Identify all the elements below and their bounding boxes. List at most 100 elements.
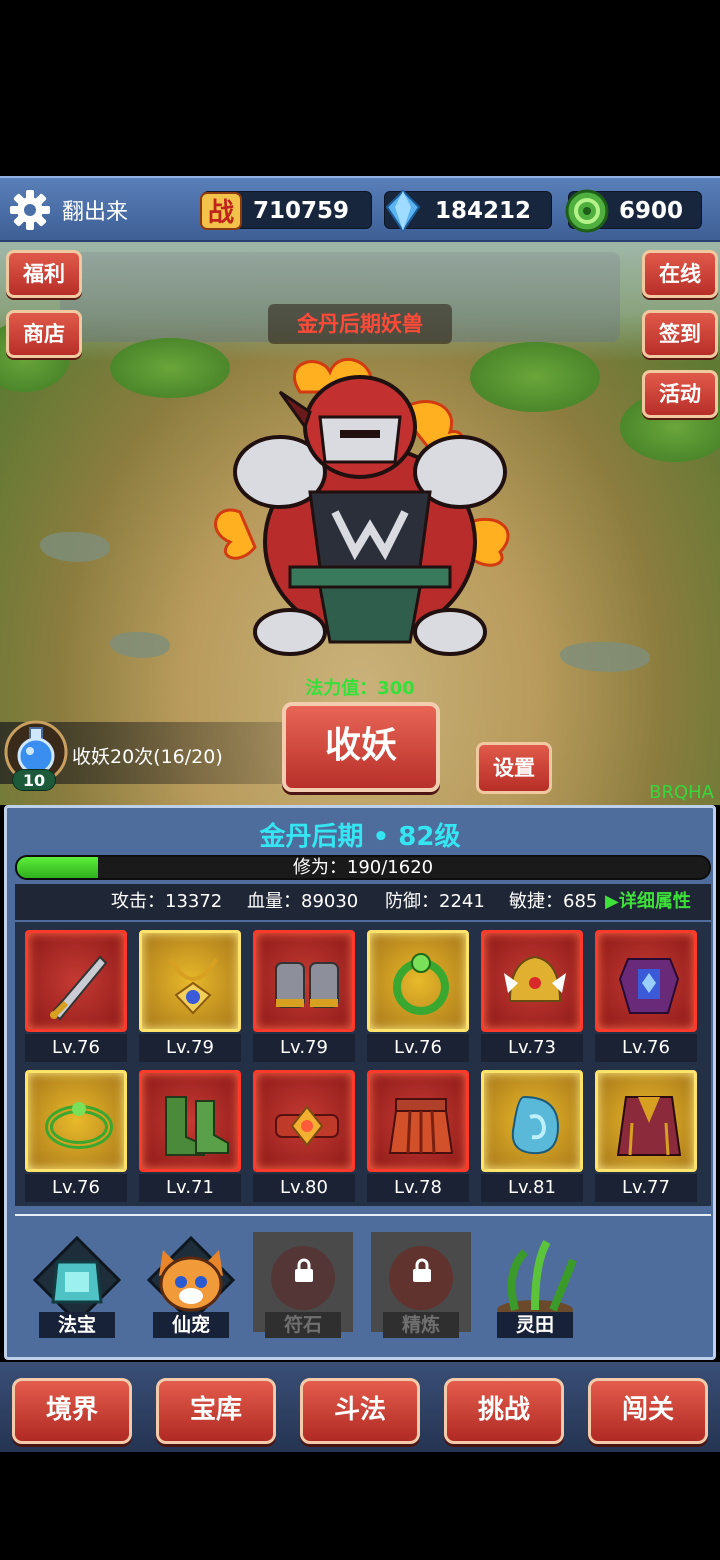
equipment-frame bbox=[253, 1070, 355, 1172]
equipment-frame bbox=[25, 1070, 127, 1172]
equipment-slot-boots[interactable]: Lv.71 bbox=[139, 1070, 241, 1204]
pet-tile[interactable]: 仙宠 bbox=[141, 1232, 241, 1338]
lock-icon bbox=[295, 1258, 313, 1282]
combat-power-value: 710759 bbox=[253, 198, 350, 224]
equipment-grid: Lv.76 Lv.79 Lv.79 Lv.76 Lv.73 Lv.76 Lv.76 Lv.71… bbox=[15, 922, 711, 1206]
equipment-frame bbox=[253, 930, 355, 1032]
stone bbox=[40, 532, 110, 562]
magic-treasure-label: 法宝 bbox=[39, 1312, 115, 1338]
divider bbox=[15, 1214, 711, 1216]
helmet-icon bbox=[504, 955, 566, 1002]
equipment-slot-helmet[interactable]: Lv.73 bbox=[481, 930, 583, 1064]
battle-scene: 福利 商店 在线 签到 活动 金丹后期妖兽 法力值：300 收妖20次(16/2… bbox=[0, 242, 720, 805]
equipment-frame bbox=[595, 1070, 697, 1172]
jade-pendant-icon bbox=[511, 1095, 560, 1155]
settings-button[interactable]: 设置 bbox=[476, 742, 552, 794]
potion-count: 10 bbox=[12, 769, 56, 791]
character-panel: 金丹后期 • 82级 修为：190/1620 攻击：13372 血量：89030… bbox=[4, 805, 716, 1360]
top-resource-bar: 翻出来 战 710759 184212 6900 bbox=[0, 176, 720, 242]
diamond-icon bbox=[385, 189, 421, 233]
sword-icon bbox=[50, 955, 108, 1021]
stone bbox=[110, 632, 170, 658]
equipment-level: Lv.79 bbox=[253, 1034, 355, 1062]
online-button[interactable]: 在线 bbox=[642, 250, 718, 298]
equipment-level: Lv.76 bbox=[367, 1034, 469, 1062]
equipment-slot-bracelet[interactable]: Lv.76 bbox=[25, 1070, 127, 1204]
skirt-icon bbox=[388, 1098, 454, 1154]
nav-treasury-button[interactable]: 宝库 bbox=[156, 1378, 276, 1444]
pet-label: 仙宠 bbox=[153, 1312, 229, 1338]
capture-button[interactable]: 收妖 bbox=[282, 702, 440, 792]
armor-icon bbox=[618, 958, 680, 1014]
equipment-level: Lv.76 bbox=[595, 1034, 697, 1062]
combat-power-icon: 战 bbox=[200, 192, 242, 230]
ring-icon bbox=[393, 953, 449, 1015]
hp-stat: 血量：89030 bbox=[247, 891, 359, 912]
brand-watermark: BRQHA bbox=[649, 782, 714, 803]
rune-label: 符石 bbox=[265, 1312, 341, 1338]
equipment-slot-necklace[interactable]: Lv.79 bbox=[139, 930, 241, 1064]
nav-stage-button[interactable]: 闯关 bbox=[588, 1378, 708, 1444]
fire-armored-monster[interactable] bbox=[210, 352, 530, 662]
equipment-slot-gauntlets[interactable]: Lv.79 bbox=[253, 930, 355, 1064]
equipment-level: Lv.77 bbox=[595, 1174, 697, 1202]
capture-count-text: 收妖20次(16/20) bbox=[72, 746, 223, 768]
bottom-nav: 境界 宝库 斗法 挑战 闯关 bbox=[0, 1362, 720, 1452]
nav-challenge-button[interactable]: 挑战 bbox=[444, 1378, 564, 1444]
nav-duel-button[interactable]: 斗法 bbox=[300, 1378, 420, 1444]
equipment-slot-jade-pendant[interactable]: Lv.81 bbox=[481, 1070, 583, 1204]
equipment-frame bbox=[367, 930, 469, 1032]
defense-stat: 防御：2241 bbox=[385, 891, 485, 912]
player-name: 翻出来 bbox=[62, 200, 129, 225]
equipment-frame bbox=[595, 930, 697, 1032]
nav-realm-button[interactable]: 境界 bbox=[12, 1378, 132, 1444]
equipment-frame bbox=[481, 1070, 583, 1172]
refine-tile[interactable]: 精炼 bbox=[371, 1232, 471, 1338]
jade-value: 6900 bbox=[619, 198, 684, 224]
realm-level-title: 金丹后期 • 82级 bbox=[259, 822, 461, 852]
equipment-frame bbox=[25, 930, 127, 1032]
equipment-slot-sword[interactable]: Lv.76 bbox=[25, 930, 127, 1064]
gear-icon[interactable] bbox=[8, 188, 52, 232]
rune-tile[interactable]: 符石 bbox=[253, 1232, 353, 1338]
diamond-value: 184212 bbox=[435, 198, 532, 224]
equipment-level: Lv.73 bbox=[481, 1034, 583, 1062]
equipment-slot-armor[interactable]: Lv.76 bbox=[595, 930, 697, 1064]
jade-display: 6900 bbox=[565, 189, 702, 233]
equipment-level: Lv.71 bbox=[139, 1174, 241, 1202]
refine-label: 精炼 bbox=[383, 1312, 459, 1338]
agility-stat: 敏捷：685 bbox=[509, 891, 598, 912]
mana-value: 法力值：300 bbox=[305, 678, 415, 699]
equipment-frame bbox=[367, 1070, 469, 1172]
equipment-slot-cloak[interactable]: Lv.77 bbox=[595, 1070, 697, 1204]
checkin-button[interactable]: 签到 bbox=[642, 310, 718, 358]
cultivation-progress-bar: 修为：190/1620 bbox=[15, 855, 711, 880]
boots-icon bbox=[165, 1096, 229, 1156]
detail-attributes-link[interactable]: ▶详细属性 bbox=[605, 884, 691, 920]
shop-button[interactable]: 商店 bbox=[6, 310, 82, 358]
game-screen: 翻出来 战 710759 184212 6900 福利 商店 在线 签到 活动 … bbox=[0, 0, 720, 1560]
equipment-frame bbox=[481, 930, 583, 1032]
cloak-icon bbox=[616, 1096, 682, 1156]
activity-button[interactable]: 活动 bbox=[642, 370, 718, 418]
equipment-frame bbox=[139, 1070, 241, 1172]
equipment-slot-skirt[interactable]: Lv.78 bbox=[367, 1070, 469, 1204]
equipment-frame bbox=[139, 930, 241, 1032]
equipment-slot-ring[interactable]: Lv.76 bbox=[367, 930, 469, 1064]
stats-row: 攻击：13372 血量：89030 防御：2241 敏捷：685 ▶详细属性 bbox=[15, 884, 711, 920]
equipment-slot-belt[interactable]: Lv.80 bbox=[253, 1070, 355, 1204]
diamond-display: 184212 bbox=[384, 189, 552, 233]
equipment-level: Lv.76 bbox=[25, 1174, 127, 1202]
attack-stat: 攻击：13372 bbox=[111, 891, 223, 912]
enemy-name: 金丹后期妖兽 bbox=[268, 304, 452, 344]
gauntlets-icon bbox=[275, 962, 339, 1008]
welfare-button[interactable]: 福利 bbox=[6, 250, 82, 298]
cultivation-progress-text: 修为：190/1620 bbox=[292, 857, 434, 878]
equipment-level: Lv.80 bbox=[253, 1174, 355, 1202]
equipment-level: Lv.81 bbox=[481, 1174, 583, 1202]
magic-treasure-tile[interactable]: 法宝 bbox=[27, 1232, 127, 1338]
spirit-field-tile[interactable]: 灵田 bbox=[485, 1232, 585, 1338]
equipment-level: Lv.79 bbox=[139, 1034, 241, 1062]
belt-icon bbox=[275, 1105, 339, 1147]
jade-coin-icon bbox=[565, 189, 609, 233]
